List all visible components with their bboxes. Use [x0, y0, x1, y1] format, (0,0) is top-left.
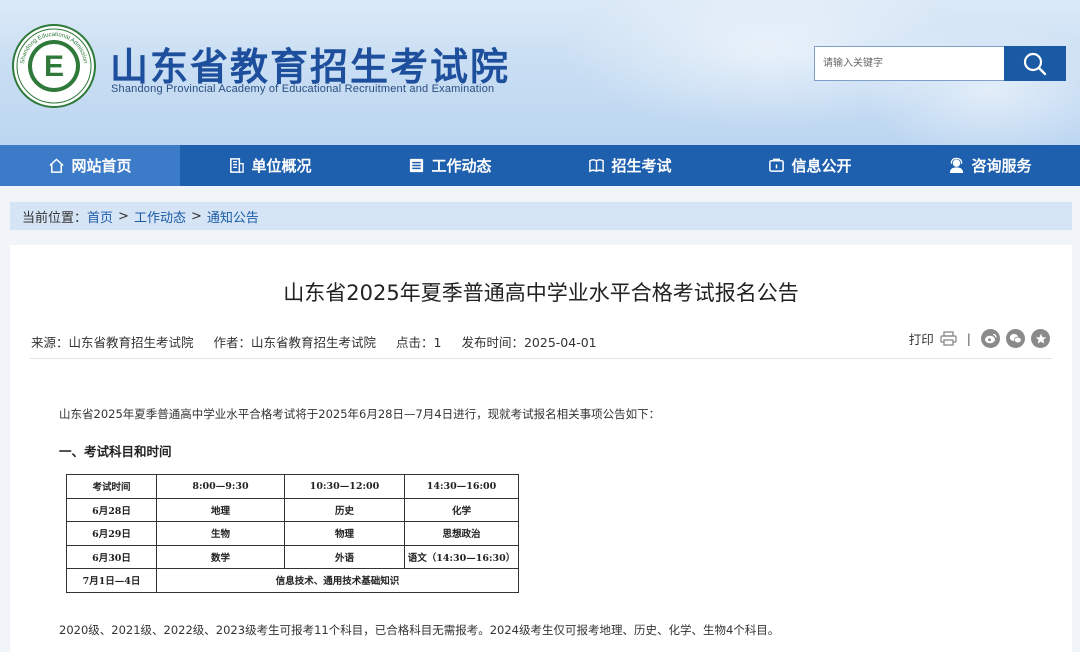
section-heading: 一、考试科目和时间 — [59, 444, 172, 459]
weibo-icon[interactable] — [981, 329, 1000, 348]
table-row: 6月29日 生物 物理 思想政治 — [66, 521, 519, 546]
breadcrumb-news[interactable]: 工作动态 — [134, 207, 186, 226]
search-box — [814, 46, 1066, 81]
exam-schedule-table: 考试时间 8:00—9:30 10:30—12:00 14:30—16:00 6… — [66, 474, 519, 593]
service-icon — [950, 157, 964, 174]
article-date: 发布时间：2025-04-01 — [461, 335, 597, 350]
site-subtitle: Shandong Provincial Academy of Education… — [111, 83, 495, 95]
table-header-cell: 考试时间 — [66, 474, 157, 499]
table-cell: 外语 — [284, 544, 405, 569]
search-button[interactable] — [1004, 46, 1066, 81]
article-note: 2020级、2021级、2022级、2023级考生可报考11个科目，已合格科目无… — [59, 623, 780, 637]
breadcrumb-notices[interactable]: 通知公告 — [207, 207, 259, 226]
table-cell: 信息技术、通用技术基础知识 — [156, 568, 519, 593]
print-label[interactable]: 打印 — [909, 329, 934, 348]
wechat-icon[interactable] — [1006, 329, 1025, 348]
table-cell: 物理 — [284, 521, 405, 546]
article-intro: 山东省2025年夏季普通高中学业水平合格考试将于2025年6月28日—7月4日进… — [59, 407, 661, 421]
table-cell: 6月28日 — [66, 497, 157, 522]
table-row: 6月30日 数学 外语 语文（14:30—16:30） — [66, 544, 519, 569]
article-panel: 山东省2025年夏季普通高中学业水平合格考试报名公告 来源：山东省教育招生考试院… — [10, 245, 1072, 652]
table-cell: 生物 — [156, 521, 285, 546]
nav-news-label: 工作动态 — [431, 157, 492, 175]
nav-home-label: 网站首页 — [71, 157, 132, 175]
table-header-cell: 8:00—9:30 — [156, 474, 285, 499]
table-header-cell: 10:30—12:00 — [284, 474, 405, 499]
nav-disclosure-label: 信息公开 — [791, 157, 852, 175]
table-cell: 7月1日—4日 — [66, 568, 157, 593]
article-clicks: 点击：1 — [396, 335, 442, 350]
article-tools: 打印 | — [909, 329, 1050, 348]
nav-exams-label: 招生考试 — [611, 157, 672, 175]
breadcrumb-separator: > — [190, 208, 202, 224]
table-cell: 化学 — [404, 497, 519, 522]
printer-icon[interactable] — [940, 331, 957, 346]
list-icon — [410, 158, 424, 173]
table-cell: 6月29日 — [66, 521, 157, 546]
article-author: 作者：山东省教育招生考试院 — [213, 335, 377, 350]
meta-divider — [30, 358, 1052, 359]
nav-about-label: 单位概况 — [251, 157, 312, 175]
breadcrumb: 当前位置： 首页 > 工作动态 > 通知公告 — [10, 202, 1072, 230]
table-header-row: 考试时间 8:00—9:30 10:30—12:00 14:30—16:00 — [66, 474, 519, 499]
table-cell: 6月30日 — [66, 544, 157, 569]
search-input[interactable] — [814, 46, 1004, 81]
breadcrumb-separator: > — [118, 208, 129, 224]
article-meta: 来源：山东省教育招生考试院 作者：山东省教育招生考试院 点击：1 发布时间：20… — [31, 332, 597, 351]
table-cell: 地理 — [156, 497, 285, 522]
table-header-cell: 14:30—16:00 — [404, 474, 519, 499]
article-source: 来源：山东省教育招生考试院 — [31, 335, 194, 350]
table-cell: 历史 — [284, 497, 405, 522]
breadcrumb-prefix: 当前位置： — [22, 210, 88, 226]
main-nav: 网站首页 单位概况 工作动态 招生考试 信息公开 咨询服务 — [0, 145, 1080, 186]
nav-home[interactable]: 网站首页 — [0, 145, 180, 186]
tools-divider: | — [966, 331, 971, 346]
logo-letter: E — [44, 50, 64, 83]
table-cell: 思想政治 — [404, 521, 519, 546]
site-logo[interactable]: Shandong Educational Admission & Examina… — [12, 24, 96, 108]
home-icon — [49, 158, 65, 173]
breadcrumb-home[interactable]: 首页 — [87, 207, 113, 226]
info-icon — [769, 158, 785, 172]
article-title: 山东省2025年夏季普通高中学业水平合格考试报名公告 — [283, 281, 799, 305]
nav-exams[interactable]: 招生考试 — [540, 145, 720, 186]
site-header: Shandong Educational Admission & Examina… — [0, 0, 1080, 145]
nav-about[interactable]: 单位概况 — [180, 145, 360, 186]
table-row: 6月28日 地理 历史 化学 — [66, 497, 519, 522]
nav-news[interactable]: 工作动态 — [360, 145, 540, 186]
table-cell: 数学 — [156, 544, 285, 569]
nav-service[interactable]: 咨询服务 — [900, 145, 1080, 186]
nav-disclosure[interactable]: 信息公开 — [720, 145, 900, 186]
book-icon — [589, 159, 605, 173]
building-icon — [230, 158, 245, 173]
table-row: 7月1日—4日 信息技术、通用技术基础知识 — [66, 568, 519, 593]
favorite-icon[interactable] — [1031, 329, 1050, 348]
nav-service-label: 咨询服务 — [971, 157, 1032, 175]
search-icon — [1023, 52, 1047, 75]
table-cell: 语文（14:30—16:30） — [404, 544, 519, 569]
